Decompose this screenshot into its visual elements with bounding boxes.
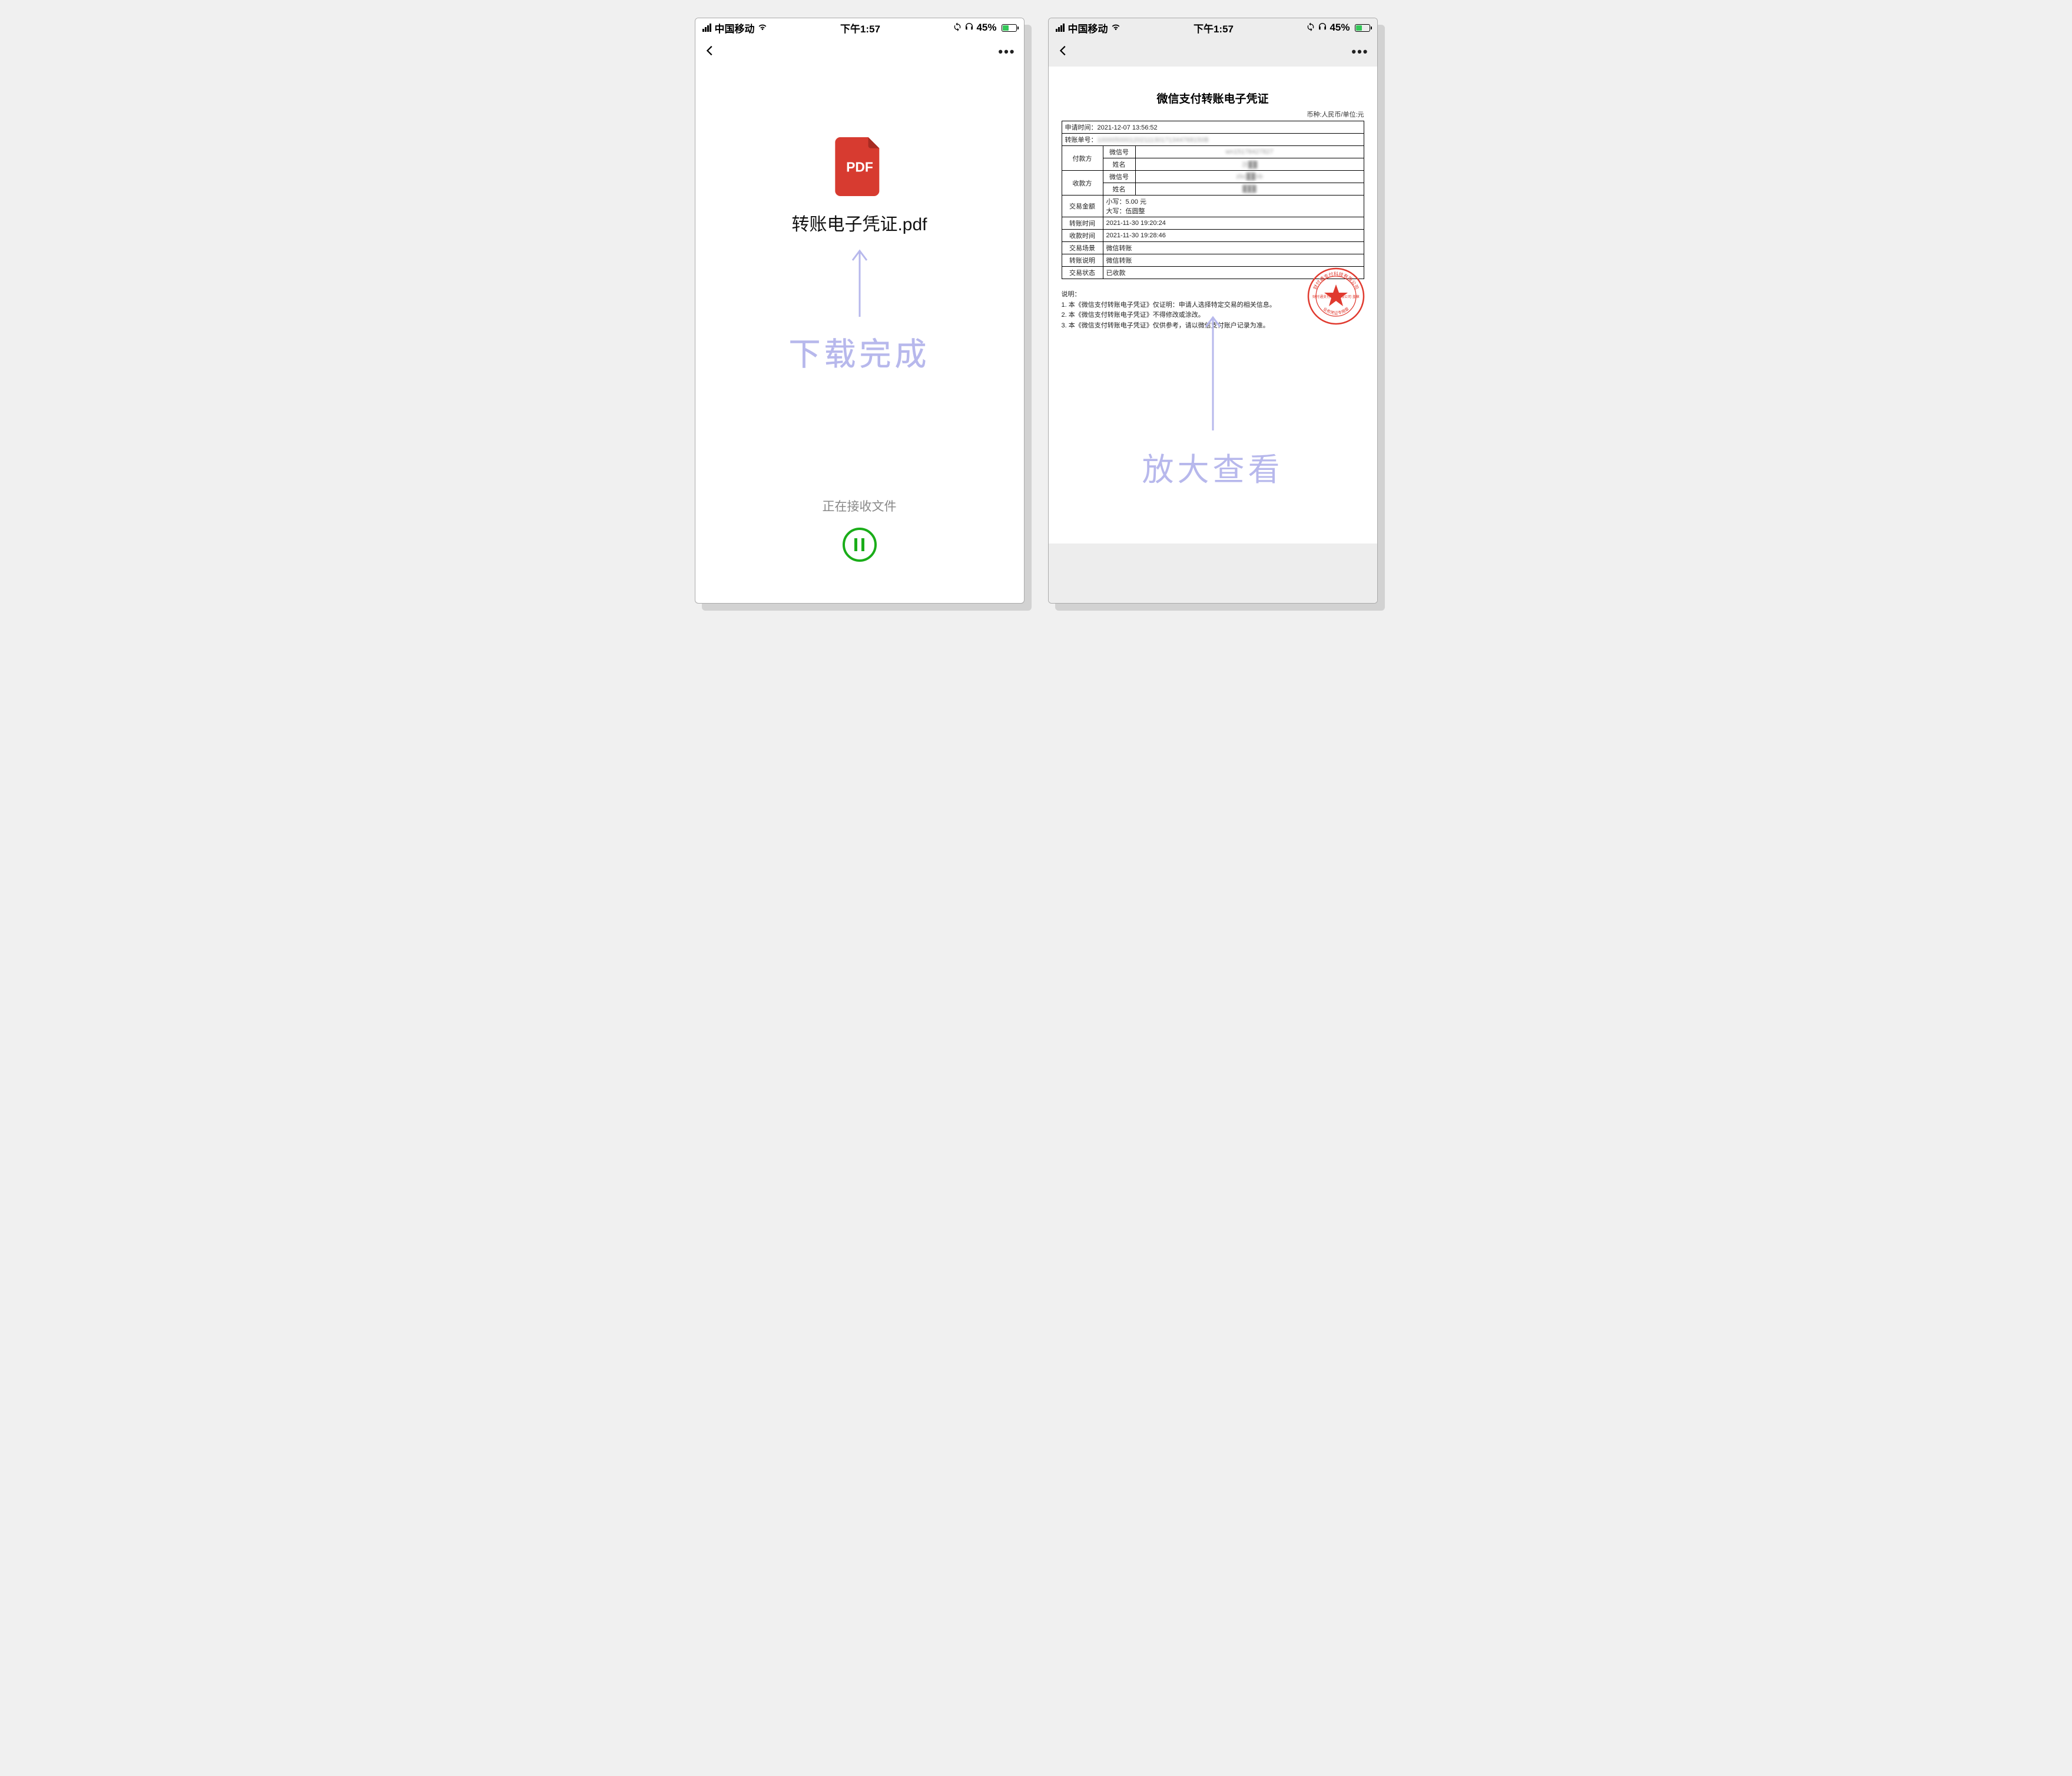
battery-icon: [1355, 24, 1370, 32]
rotation-lock-icon: [1306, 22, 1315, 34]
certificate-table: 申请时间：2021-12-07 13:56:52 转账单号：1000050001…: [1062, 121, 1364, 279]
wifi-icon: [757, 21, 768, 35]
certificate-page: 微信支付转账电子凭证 币种:人民币/单位:元 申请时间：2021-12-07 1…: [1049, 67, 1377, 544]
more-button[interactable]: •••: [998, 44, 1015, 59]
status-time: 下午1:57: [1121, 21, 1307, 35]
headphones-icon: [1318, 22, 1327, 34]
nav-bar: •••: [1049, 37, 1377, 67]
table-row: 姓名 ███: [1062, 183, 1364, 196]
battery-pct: 45%: [976, 22, 996, 34]
back-button[interactable]: [704, 44, 717, 60]
doc-subtitle: 币种:人民币/单位:元: [1062, 110, 1364, 119]
table-row: 转账单号：100005000120211130171344768150B: [1062, 134, 1364, 146]
table-row: 转账时间 2021-11-30 19:20:24: [1062, 217, 1364, 230]
table-row: 付款方 微信号 wn15178427827: [1062, 146, 1364, 158]
download-content: PDF 转账电子凭证.pdf 下载完成 正在接收文件: [695, 67, 1024, 603]
pause-icon: [854, 538, 864, 551]
svg-text:业务凭证专用章: 业务凭证专用章: [1322, 306, 1350, 316]
nav-bar: •••: [695, 37, 1024, 67]
file-name-label: 转账电子凭证.pdf: [791, 210, 927, 236]
signal-icon: [702, 24, 711, 32]
status-bar: 中国移动 下午1:57 45%: [695, 18, 1024, 37]
receiving-label: 正在接收文件: [823, 497, 897, 515]
document-viewer[interactable]: 微信支付转账电子凭证 币种:人民币/单位:元 申请时间：2021-12-07 1…: [1049, 67, 1377, 603]
wifi-icon: [1110, 21, 1121, 35]
table-row: 姓名 沙██: [1062, 158, 1364, 171]
doc-title: 微信支付转账电子凭证: [1062, 90, 1364, 106]
pdf-file-icon: PDF: [834, 137, 885, 199]
table-row: 申请时间：2021-12-07 13:56:52: [1062, 121, 1364, 134]
status-bar: 中国移动 下午1:57 45%: [1049, 18, 1377, 37]
back-button[interactable]: [1057, 44, 1070, 60]
table-row: 交易场景 微信转账: [1062, 242, 1364, 254]
table-row: 收款方 微信号 zbc██nb: [1062, 171, 1364, 183]
arrow-up-icon: [1202, 314, 1224, 435]
table-row: 转账说明 微信转账: [1062, 254, 1364, 267]
signal-icon: [1056, 24, 1065, 32]
table-row: 交易金额 小写：5.00 元 大写：伍圆整: [1062, 196, 1364, 217]
overlay-download-complete: 下载完成: [789, 328, 930, 375]
table-row: 收款时间 2021-11-30 19:28:46: [1062, 230, 1364, 242]
rotation-lock-icon: [953, 22, 962, 34]
phone-screenshot-document: 中国移动 下午1:57 45% ••• 微信支付转账电子凭证 币种:人民币/单位…: [1048, 18, 1378, 604]
svg-text:PDF: PDF: [846, 159, 873, 174]
seal-stamp-icon: 财付通支付科技有限公司 业务凭证专用章 财付通支付科技有限公司 盖章: [1307, 267, 1365, 326]
carrier-label: 中国移动: [1068, 21, 1108, 35]
viewer-bottom-area: [1049, 544, 1377, 591]
headphones-icon: [964, 22, 974, 34]
more-button[interactable]: •••: [1351, 44, 1368, 59]
carrier-label: 中国移动: [715, 21, 755, 35]
status-time: 下午1:57: [768, 21, 953, 35]
overlay-zoom-view: 放大查看: [1142, 443, 1284, 490]
pause-button[interactable]: [843, 528, 877, 562]
arrow-up-icon: [849, 247, 870, 321]
svg-text:财付通支付科技有限公司 盖章: 财付通支付科技有限公司 盖章: [1312, 294, 1360, 299]
phone-screenshot-download: 中国移动 下午1:57 45% ••• PDF: [695, 18, 1025, 604]
battery-icon: [1002, 24, 1017, 32]
battery-pct: 45%: [1330, 22, 1350, 34]
